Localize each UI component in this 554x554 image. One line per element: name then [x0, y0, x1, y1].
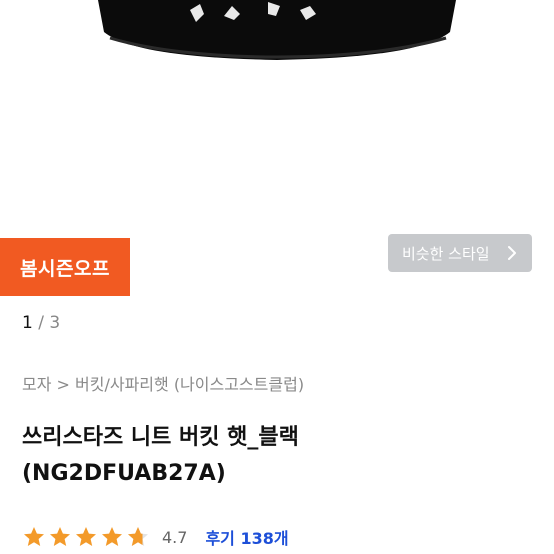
pager-current: 1	[22, 313, 33, 333]
product-title: 쓰리스타즈 니트 버킷 햇_블랙 (NG2DFUAB27A)	[22, 420, 542, 492]
product-title-line2: (NG2DFUAB27A)	[22, 461, 226, 486]
star-icon	[50, 527, 70, 546]
product-title-line1: 쓰리스타즈 니트 버킷 햇_블랙	[22, 425, 299, 450]
star-icon	[102, 527, 122, 546]
pager-total: 3	[49, 313, 61, 333]
similar-style-label: 비슷한 스타일	[402, 244, 490, 263]
rating-value: 4.7	[162, 527, 188, 547]
review-count-link[interactable]: 후기 138개	[205, 525, 288, 549]
breadcrumb[interactable]: 모자 > 버킷/사파리햇 (나이스고스트클럽)	[22, 371, 304, 395]
rating-row: 4.7 후기 138개	[22, 523, 289, 551]
image-pager: 1 / 3	[22, 313, 60, 333]
pager-separator: /	[38, 313, 44, 333]
star-rating	[22, 525, 150, 549]
star-icon	[76, 527, 96, 546]
knit-bucket-hat-illustration	[98, 0, 456, 60]
star-icon	[128, 527, 148, 546]
star-icon	[24, 527, 44, 546]
product-image[interactable]	[0, 0, 554, 232]
season-off-badge: 봄시즌오프	[0, 238, 130, 296]
chevron-right-icon	[508, 246, 516, 260]
similar-style-button[interactable]: 비슷한 스타일	[388, 234, 532, 272]
